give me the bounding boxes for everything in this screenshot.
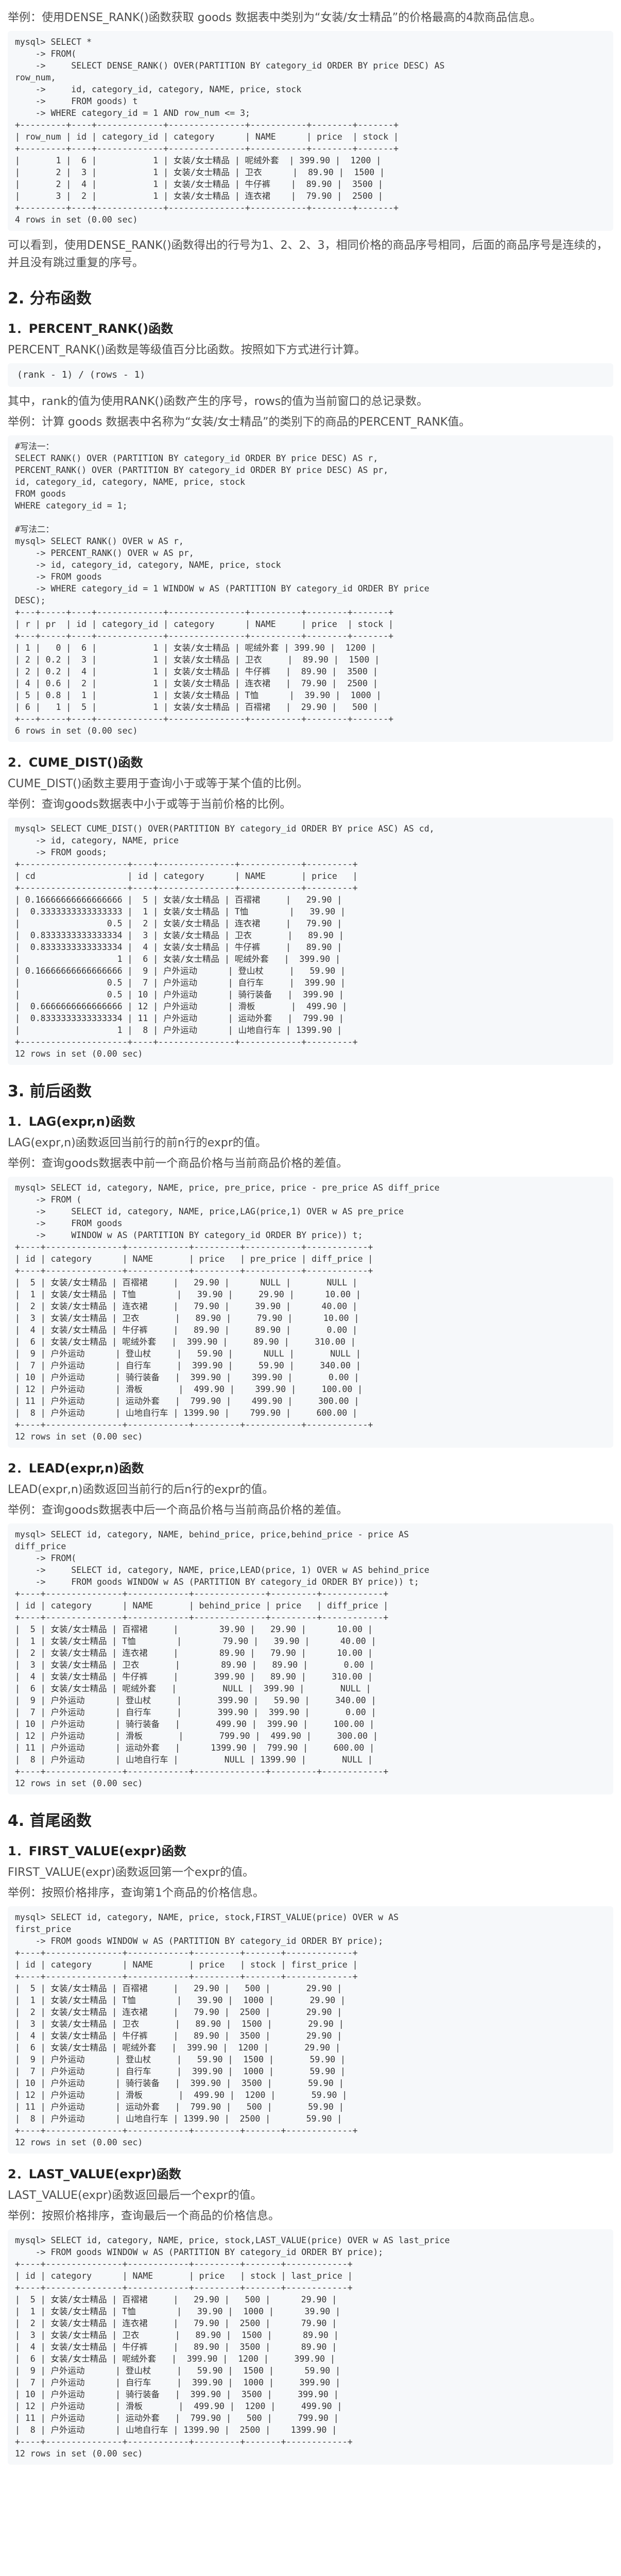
paragraph: 可以看到，使用DENSE_RANK()函数得出的行号为1、2、2、3，相同价格的… (8, 239, 608, 269)
subsection-heading: 1．PERCENT_RANK()函数 (8, 321, 174, 336)
article-body: 举例：使用DENSE_RANK()函数获取 goods 数据表中类别为“女装/女… (0, 0, 621, 2465)
subsection-heading: 2．CUME_DIST()函数 (8, 755, 143, 770)
code-block: mysql> SELECT CUME_DIST() OVER(PARTITION… (8, 818, 613, 1065)
subsection-heading: 2．LEAD(expr,n)函数 (8, 1461, 144, 1476)
code-block: mysql> SELECT id, category, NAME, price,… (8, 1177, 613, 1448)
subsection-heading: 2．LAST_VALUE(expr)函数 (8, 2167, 181, 2181)
code-block: mysql> SELECT * -> FROM( -> SELECT DENSE… (8, 31, 613, 231)
paragraph: FIRST_VALUE(expr)函数返回第一个expr的值。 (8, 1866, 254, 1879)
paragraph: 举例：查询goods数据表中后一个商品价格与当前商品价格的差值。 (8, 1504, 348, 1517)
paragraph: 举例：计算 goods 数据表中名称为“女装/女士精品”的类别下的商品的PERC… (8, 416, 471, 429)
paragraph: PERCENT_RANK()函数是等级值百分比函数。按照如下方式进行计算。 (8, 344, 366, 357)
paragraph: 举例：按照价格排序，查询最后一个商品的价格信息。 (8, 2210, 280, 2223)
paragraph: 举例：查询goods数据表中小于或等于当前价格的比例。 (8, 798, 291, 811)
paragraph: 举例：使用DENSE_RANK()函数获取 goods 数据表中类别为“女装/女… (8, 11, 542, 24)
section-heading: 4. 首尾函数 (8, 1812, 92, 1830)
paragraph: LEAD(expr,n)函数返回当前行的后n行的expr的值。 (8, 1483, 274, 1496)
section-heading: 2. 分布函数 (8, 290, 92, 308)
paragraph: LAST_VALUE(expr)函数返回最后一个expr的值。 (8, 2189, 262, 2202)
code-block: mysql> SELECT id, category, NAME, price,… (8, 2229, 613, 2465)
code-block: #写法一： SELECT RANK() OVER (PARTITION BY c… (8, 435, 613, 742)
subsection-heading: 1．FIRST_VALUE(expr)函数 (8, 1844, 186, 1858)
formula-block: (rank - 1) / (rows - 1) (8, 363, 613, 387)
code-block: mysql> SELECT id, category, NAME, behind… (8, 1523, 613, 1794)
paragraph: 其中，rank的值为使用RANK()函数产生的序号，rows的值为当前窗口的总记… (8, 395, 428, 408)
section-heading: 3. 前后函数 (8, 1082, 92, 1100)
subsection-heading: 1．LAG(expr,n)函数 (8, 1114, 135, 1129)
paragraph: 举例：查询goods数据表中前一个商品价格与当前商品价格的差值。 (8, 1157, 348, 1170)
paragraph: 举例：按照价格排序，查询第1个商品的价格信息。 (8, 1887, 264, 1900)
paragraph: CUME_DIST()函数主要用于查询小于或等于某个值的比例。 (8, 777, 308, 790)
code-block: mysql> SELECT id, category, NAME, price,… (8, 1906, 613, 2154)
paragraph: LAG(expr,n)函数返回当前行的前n行的expr的值。 (8, 1137, 267, 1149)
